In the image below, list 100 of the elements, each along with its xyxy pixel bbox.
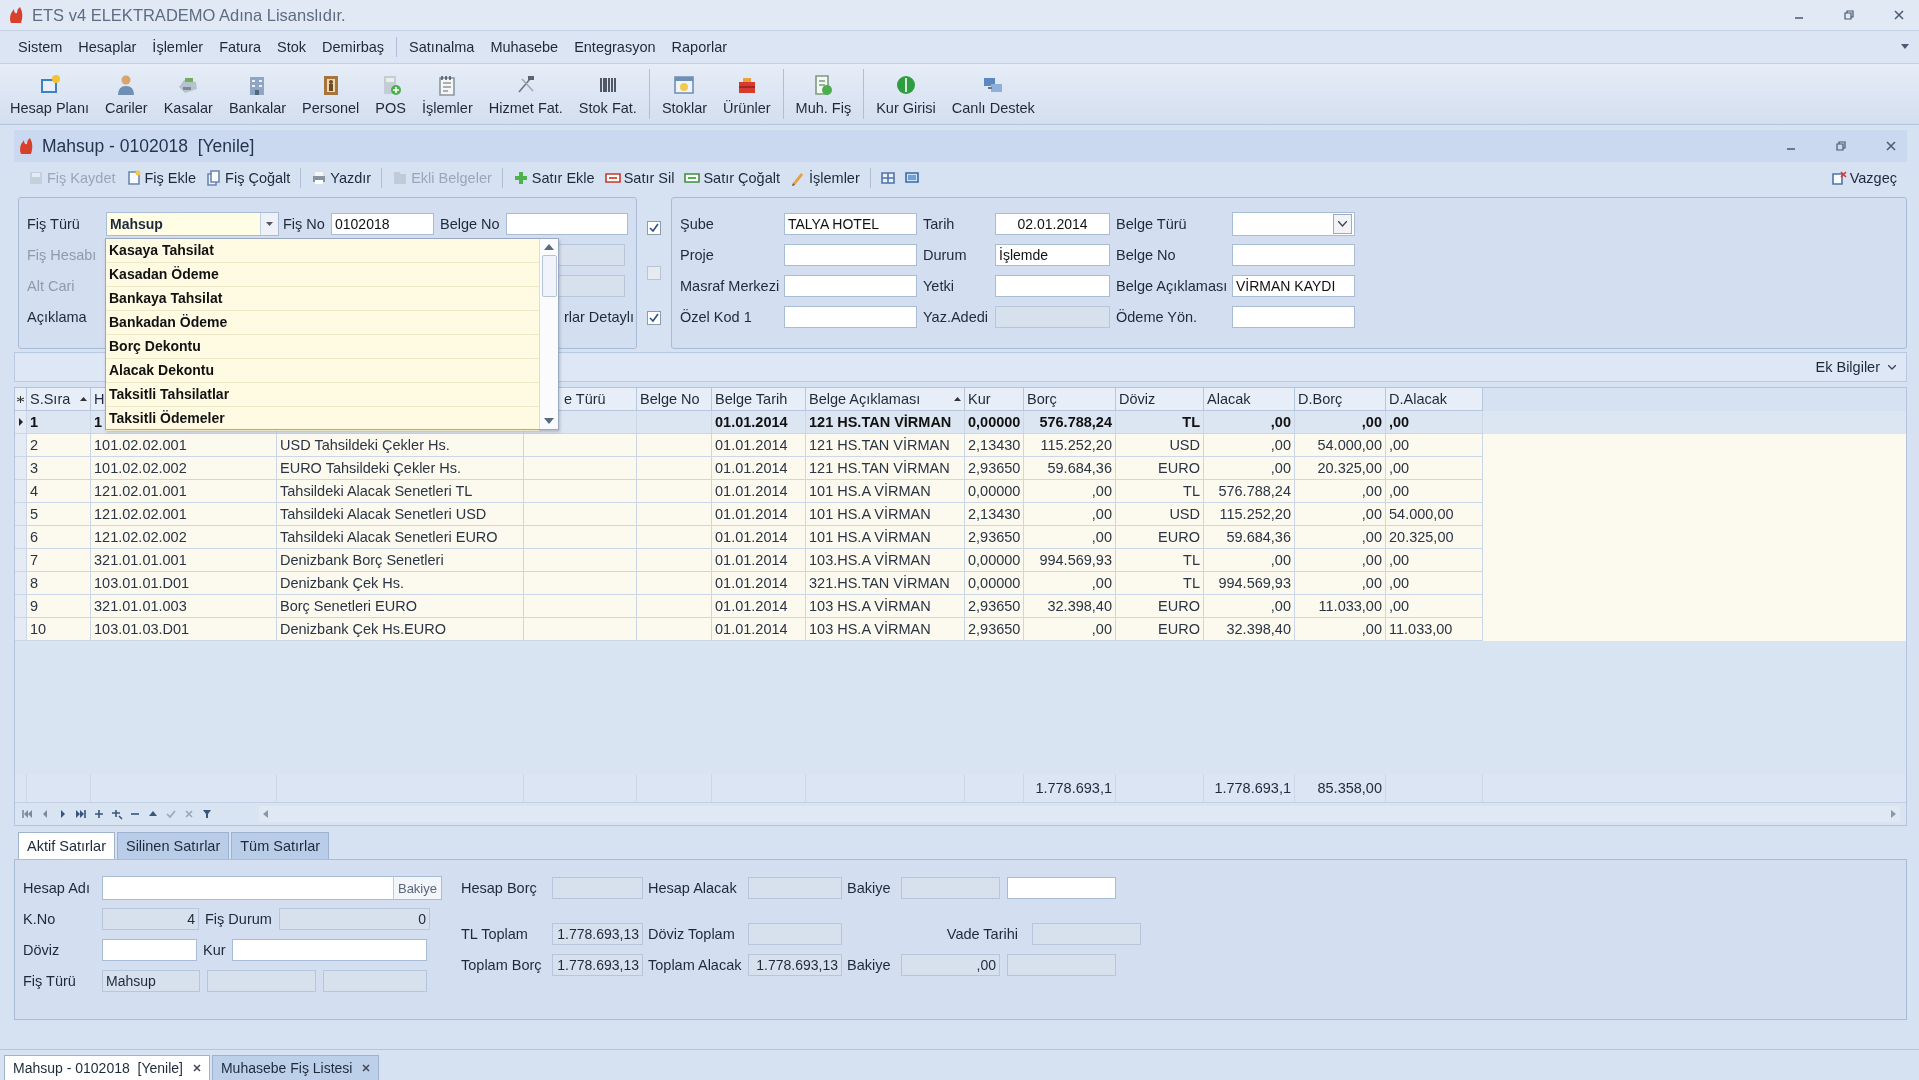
toolbar-button[interactable]: Cariler (97, 70, 156, 118)
menu-item[interactable]: Sistem (10, 39, 71, 55)
restore-icon[interactable] (1843, 9, 1855, 21)
close-icon[interactable] (1893, 9, 1905, 21)
document-title: Mahsup - 0102018 [Yenile] (42, 135, 255, 157)
close-icon[interactable] (362, 1064, 371, 1072)
menu-item[interactable]: Stok (269, 39, 315, 55)
toolbar-button[interactable]: Satır Çoğalt (680, 168, 784, 188)
menu-item[interactable]: Demirbaş (314, 39, 393, 55)
toolbar-button[interactable]: Satır Sil (600, 168, 679, 188)
menu-item[interactable]: İşlemler (144, 39, 212, 55)
toolbar-button[interactable]: Kur Girisi (868, 70, 944, 118)
column-header[interactable]: D.Borç (1295, 388, 1386, 411)
menu-item[interactable]: Satınalma (401, 39, 483, 55)
input-field[interactable]: TALYA HOTEL (784, 213, 917, 235)
down-icon[interactable] (544, 418, 554, 424)
checkbox[interactable] (647, 311, 661, 326)
input-field[interactable] (102, 939, 197, 961)
left-icon[interactable] (263, 810, 268, 818)
close-icon[interactable] (1885, 140, 1897, 152)
menu-item[interactable]: Entegrasyon (566, 39, 664, 55)
field-label: Kur (203, 942, 227, 958)
toolbar-button[interactable]: Kasalar (155, 70, 221, 118)
toolbar-button[interactable]: Hesap Planı (2, 70, 97, 118)
field-label: Tarih (923, 216, 956, 232)
row-header[interactable] (15, 411, 27, 434)
menu-item[interactable]: Raporlar (663, 39, 736, 55)
tab[interactable]: Silinen Satırlar (116, 832, 230, 859)
input-field[interactable]: VİRMAN KAYDI (1232, 275, 1355, 297)
dropdown-option[interactable]: Bankaya Tahsilat (106, 287, 539, 311)
caret-icon[interactable] (1888, 364, 1896, 370)
toolbar-button[interactable]: Yazdır (307, 168, 376, 188)
menu-item[interactable]: Hesaplar (70, 39, 145, 55)
cancel-button[interactable]: Vazgeç (1826, 168, 1901, 188)
dropdown-option[interactable]: Bankadan Ödeme (106, 311, 539, 335)
column-header[interactable]: S.Sıra (27, 388, 91, 411)
field-label: Fiş Hesabı (27, 247, 98, 263)
toolbar-button[interactable]: İşlemler (786, 168, 864, 188)
input-field[interactable] (1232, 306, 1355, 328)
toolbar-button[interactable]: Bankalar (220, 70, 295, 118)
input-field[interactable] (784, 306, 917, 328)
input-field[interactable] (784, 275, 917, 297)
close-icon[interactable] (192, 1064, 201, 1072)
toolbar-button[interactable]: Personel (294, 70, 368, 118)
field-label: Belge Açıklaması (1116, 278, 1229, 294)
toolbar-button[interactable]: Fiş Çoğalt (202, 168, 295, 188)
column-header[interactable]: Belge Açıklaması (806, 388, 965, 411)
dropdown-option[interactable]: Kasaya Tahsilat (106, 239, 539, 263)
dropdown-field[interactable] (1232, 212, 1355, 236)
column-header[interactable]: Belge Tarih (712, 388, 806, 411)
toolbar-button[interactable]: Hizmet Fat. (480, 70, 571, 118)
toolbar-button[interactable]: Ürünler (715, 70, 779, 118)
toolbar-button[interactable]: Canlı Destek (943, 70, 1043, 118)
input-field[interactable] (784, 244, 917, 266)
input-field[interactable]: İşlemde (995, 244, 1110, 266)
toolbar-button[interactable]: Stok Fat. (570, 70, 645, 118)
toolbar-button[interactable]: Muh. Fiş (787, 70, 860, 118)
toolbar-button[interactable]: Stoklar (653, 70, 716, 118)
input-field[interactable]: Bakiye (102, 876, 442, 900)
input-field[interactable] (1007, 877, 1116, 899)
dropdown-option[interactable]: Alacak Dekontu (106, 359, 539, 383)
right-icon[interactable] (1891, 810, 1896, 818)
up-icon[interactable] (544, 244, 554, 250)
group-label[interactable]: Ek Bilgiler (1815, 359, 1880, 375)
dropdown-option[interactable]: Taksitli Tahsilatlar (106, 383, 539, 407)
column-header[interactable]: D.Alacak (1386, 388, 1483, 411)
column-header[interactable]: Borç (1024, 388, 1116, 411)
scrollbar[interactable] (539, 239, 558, 429)
column-header[interactable]: Belge No (637, 388, 712, 411)
toolbar-button[interactable]: Fiş Ekle (121, 168, 201, 188)
field-label: Bakiye (847, 957, 892, 973)
column-header[interactable]: Kur (965, 388, 1024, 411)
dropdown-option[interactable]: Kasadan Ödeme (106, 263, 539, 287)
column-header[interactable]: Döviz (1116, 388, 1204, 411)
input-field[interactable] (506, 213, 628, 235)
dropdown-option[interactable]: Borç Dekontu (106, 335, 539, 359)
restore-icon[interactable] (1835, 140, 1847, 152)
caret-icon[interactable] (1901, 44, 1909, 50)
sort-icon (80, 397, 87, 401)
checkbox[interactable] (647, 220, 661, 235)
input-field[interactable]: 0102018 (331, 213, 434, 235)
window-tab[interactable]: Muhasebe Fiş Listesi (211, 1055, 380, 1080)
tab[interactable]: Tüm Satırlar (231, 832, 330, 859)
menu-item[interactable]: Fatura (211, 39, 270, 55)
scroll-thumb[interactable] (541, 255, 557, 297)
input-field[interactable] (232, 939, 427, 961)
toolbar-button[interactable]: Satır Ekle (508, 168, 599, 188)
window-tab[interactable]: Mahsup - 0102018 [Yenile] (4, 1055, 210, 1080)
tab[interactable]: Aktif Satırlar (18, 832, 115, 859)
type-dropdown[interactable]: Mahsup (106, 212, 279, 236)
toolbar-button[interactable]: İşlemler (413, 70, 481, 118)
column-header[interactable]: Alacak (1204, 388, 1295, 411)
plus-icon (512, 170, 529, 186)
balance-button[interactable]: Bakiye (392, 877, 441, 899)
scrollbar[interactable] (259, 806, 1900, 822)
input-field[interactable] (1232, 244, 1355, 266)
toolbar-button[interactable]: POS (367, 70, 414, 118)
input-field[interactable] (995, 275, 1110, 297)
menu-item[interactable]: Muhasebe (482, 39, 567, 55)
input-field[interactable]: 02.01.2014 (995, 213, 1110, 235)
